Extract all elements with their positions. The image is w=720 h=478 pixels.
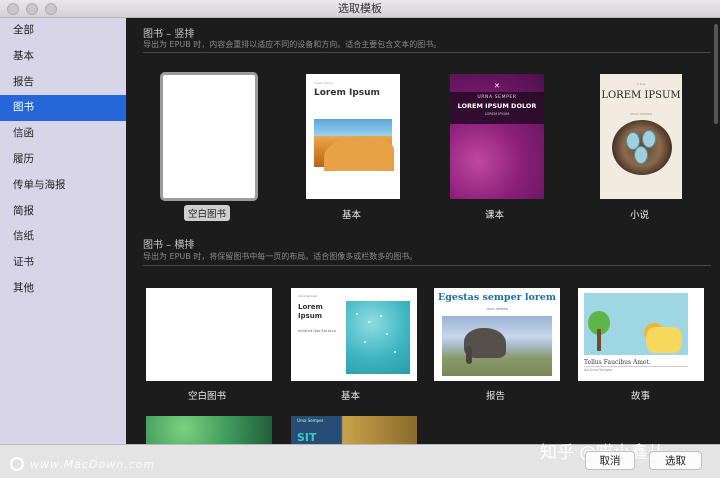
template-thumb-blank-book-landscape[interactable]: [146, 288, 272, 381]
sidebar-item-basic[interactable]: 基本: [0, 44, 126, 70]
template-thumb-partial-1[interactable]: [146, 416, 272, 444]
egg-shape: [634, 146, 648, 164]
beach-image: [346, 301, 410, 374]
close-window-button[interactable]: [7, 3, 19, 15]
section-divider: [143, 52, 711, 53]
elephant-shape: [464, 328, 506, 364]
traffic-lights: [7, 3, 57, 15]
sidebar-item-resumes[interactable]: 履历: [0, 147, 126, 173]
template-thumb-story[interactable]: Tellus Faucibus Amet. Ad Urna Semper: [578, 288, 704, 381]
category-sidebar: 全部 基本 报告 图书 信函 履历 传单与海报 简报 信纸 证书 其他: [0, 18, 126, 444]
section-title-portrait: 图书 – 竖排: [143, 29, 195, 40]
section-title-landscape: 图书 – 横排: [143, 240, 195, 251]
cover-small-text: Urna Semper: [297, 418, 324, 423]
zoom-window-button[interactable]: [45, 3, 57, 15]
template-label-basic-landscape[interactable]: 基本: [341, 388, 360, 402]
template-thumb-basic-landscape[interactable]: Urna Semper Lorem Ipsum Incidunt Quo Est…: [291, 288, 417, 381]
cover-title: LOREM IPSUM DOLOR: [457, 102, 537, 110]
template-thumb-textbook[interactable]: ✕ URNA SEMPER LOREM IPSUM DOLOR LOREM IP…: [450, 74, 544, 199]
cover-title: Tellus Faucibus Amet.: [584, 359, 651, 366]
photo-detail: [394, 351, 396, 353]
section-description-portrait: 导出为 EPUB 时，内容会重排以适应不同的设备和方向。适合主要包含文本的图书。: [143, 40, 442, 49]
minimize-window-button[interactable]: [26, 3, 38, 15]
template-label-story[interactable]: 故事: [631, 388, 650, 402]
sidebar-item-flyers-posters[interactable]: 传单与海报: [0, 173, 126, 199]
cover-logo-icon: ✕: [494, 82, 500, 90]
lion-shape: [646, 327, 682, 353]
template-label-novel[interactable]: 小说: [630, 207, 649, 221]
story-illustration: [584, 293, 688, 355]
cover-subtitle: URNA SEMPER: [630, 112, 652, 116]
tree-trunk-shape: [597, 329, 601, 351]
cover-title: LOREM IPSUM: [601, 90, 681, 101]
template-thumb-novel[interactable]: A Tale LOREM IPSUM URNA SEMPER: [600, 74, 682, 199]
photo-detail: [364, 341, 366, 343]
template-label-blank-book-portrait[interactable]: 空白图书: [184, 205, 231, 221]
template-label-textbook[interactable]: 课本: [485, 207, 504, 221]
cover-title: SIT: [297, 431, 317, 444]
section-description-landscape: 导出为 EPUB 时，将保留图书中每一页的布局。适合图像多或栏数多的图书。: [143, 252, 418, 261]
sidebar-item-stationery[interactable]: 信纸: [0, 224, 126, 250]
egg-shape: [642, 130, 656, 148]
choose-button[interactable]: 选取: [649, 451, 702, 470]
cover-kicker: A Tale: [636, 82, 646, 86]
sidebar-item-newsletters[interactable]: 简报: [0, 199, 126, 225]
sidebar-item-reports[interactable]: 报告: [0, 70, 126, 96]
template-label-blank-book-landscape[interactable]: 空白图书: [188, 388, 226, 402]
template-thumb-partial-2[interactable]: Urna Semper SIT: [291, 416, 417, 444]
window-title: 选取模板: [338, 2, 382, 15]
cover-title: Lorem Ipsum: [314, 88, 380, 98]
sidebar-item-certificates[interactable]: 证书: [0, 250, 126, 276]
vertical-scrollbar[interactable]: [714, 24, 718, 124]
template-thumb-basic-portrait[interactable]: Lorem Ipsum Lorem Ipsum: [306, 74, 400, 199]
cover-small-text: Urna Semper: [298, 294, 318, 298]
watermark-logo-icon: [10, 457, 24, 471]
template-gallery: 图书 – 竖排 导出为 EPUB 时，内容会重排以适应不同的设备和方向。适合主要…: [126, 18, 720, 444]
sidebar-item-books[interactable]: 图书: [0, 95, 126, 122]
cover-title: Lorem Ipsum: [298, 303, 323, 320]
cover-divider: [584, 366, 688, 367]
cover-subtitle: Ad Urna Semper: [584, 368, 613, 372]
cancel-button[interactable]: 取消: [585, 451, 635, 470]
sidebar-item-other[interactable]: 其他: [0, 276, 126, 302]
section-divider: [143, 265, 711, 266]
template-label-basic-portrait[interactable]: 基本: [342, 207, 361, 221]
template-label-report[interactable]: 报告: [486, 388, 505, 402]
photo-detail: [380, 315, 382, 317]
photo-detail: [356, 313, 358, 315]
template-thumb-blank-book-portrait[interactable]: [160, 72, 258, 201]
watermark-text: www.MacDown.com: [30, 458, 156, 471]
sidebar-item-all[interactable]: 全部: [0, 18, 126, 44]
nest-image: [612, 120, 672, 175]
cover-subtitle: LOREM IPSUM: [484, 112, 510, 116]
photo-detail: [368, 321, 370, 323]
sidebar-item-letters[interactable]: 信函: [0, 121, 126, 147]
cover-subtitle: URNA SEMPER: [486, 307, 508, 311]
elephant-image: [442, 316, 552, 376]
cover-kicker: URNA SEMPER: [477, 95, 517, 100]
template-thumb-report[interactable]: Egestas semper lorem URNA SEMPER: [434, 288, 560, 381]
desert-image: [314, 119, 394, 171]
cover-small-text: Lorem Ipsum: [314, 81, 334, 85]
photo-detail: [386, 333, 388, 335]
cover-text: Incidunt Quo Est Arcu: [298, 329, 336, 333]
window-titlebar: 选取模板: [0, 0, 720, 18]
cover-title: Egestas semper lorem: [438, 292, 556, 303]
